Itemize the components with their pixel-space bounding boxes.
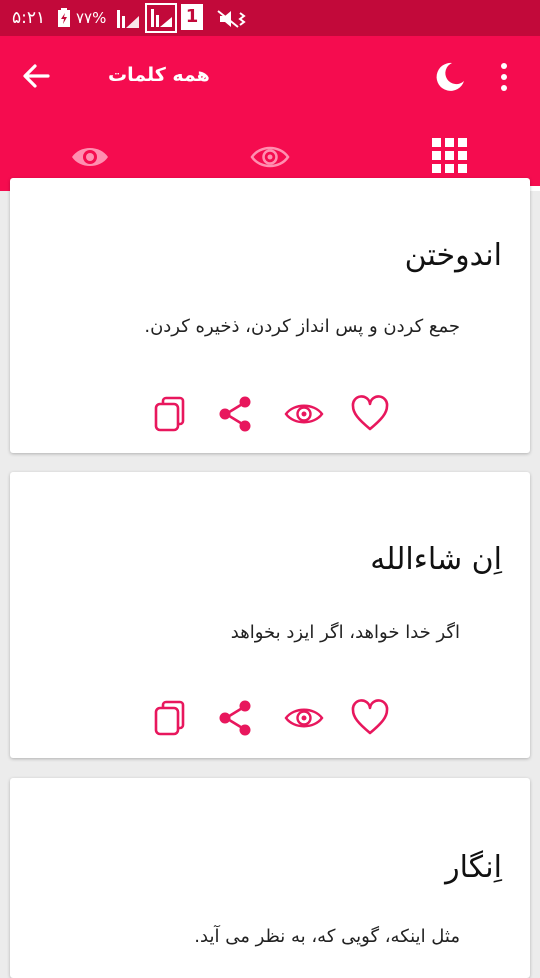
grid-icon xyxy=(432,138,467,173)
battery-percent: ۷۷% xyxy=(76,9,107,27)
battery-charging-icon xyxy=(58,8,70,27)
arrow-back-icon[interactable] xyxy=(18,58,54,94)
eye-icon[interactable] xyxy=(284,394,324,434)
sim-slot-badge: 1 xyxy=(181,4,203,30)
word-meaning: اگر خدا خواهد، اگر ایزد بخواهد xyxy=(230,622,460,643)
word-title: اِنگار xyxy=(445,850,502,885)
page-title: همه کلمات xyxy=(108,64,210,86)
moon-icon[interactable] xyxy=(433,60,467,94)
eye-icon[interactable] xyxy=(284,698,324,738)
word-card[interactable]: اِنگار مثل اینکه، گویی که، به نظر می آید… xyxy=(10,778,530,978)
heart-icon[interactable] xyxy=(350,698,390,738)
word-title: اِن شاءالله xyxy=(370,542,502,577)
word-card[interactable]: اندوختن جمع کردن و پس انداز کردن، ذخیره … xyxy=(10,178,530,453)
card-actions xyxy=(150,698,400,738)
app-bar: همه کلمات xyxy=(0,36,540,191)
heart-icon[interactable] xyxy=(350,394,390,434)
mute-icon xyxy=(217,10,246,28)
signal-icon xyxy=(117,10,139,28)
word-meaning: مثل اینکه، گویی که، به نظر می آید. xyxy=(194,926,460,947)
status-bar: ۵:۲۱ ۷۷% 1 xyxy=(0,0,540,36)
word-card[interactable]: اِن شاءالله اگر خدا خواهد، اگر ایزد بخوا… xyxy=(10,472,530,758)
more-vert-icon[interactable] xyxy=(494,60,514,94)
share-icon[interactable] xyxy=(216,394,256,434)
status-time: ۵:۲۱ xyxy=(12,8,46,28)
eye-icon xyxy=(72,148,108,166)
copy-icon[interactable] xyxy=(150,394,190,434)
card-actions xyxy=(150,394,400,434)
signal-sim2-icon xyxy=(145,3,177,33)
word-title: اندوختن xyxy=(404,238,502,273)
share-icon[interactable] xyxy=(216,698,256,738)
word-meaning: جمع کردن و پس انداز کردن، ذخیره کردن. xyxy=(144,316,460,337)
copy-icon[interactable] xyxy=(150,698,190,738)
eye-outline-icon xyxy=(250,146,290,168)
